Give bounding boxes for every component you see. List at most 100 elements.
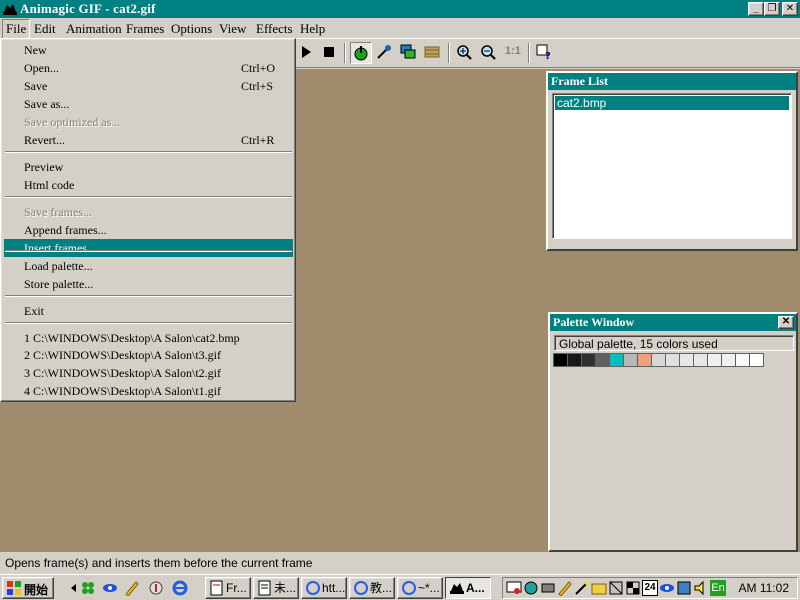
menu-animation[interactable]: Animation [66,21,122,37]
frame-list-box[interactable]: cat2.bmp [552,93,792,239]
menu-item-label: Revert... [24,133,65,147]
title-bar[interactable]: Animagic GIF - cat2.gif _ ❐ ✕ [0,0,800,18]
tray-pattern-icon[interactable] [608,580,624,596]
palette-swatch[interactable] [735,353,750,367]
menu-item-preview[interactable]: Preview [4,158,293,176]
clock[interactable]: AM 11:02 [739,581,789,595]
hand-tool-button[interactable] [350,42,372,64]
task-button-1[interactable]: Fr... [205,577,251,599]
menu-item-recent-file-4[interactable]: 4 C:\WINDOWS\Desktop\A Salon\t1.gif [4,382,293,400]
palette-swatch[interactable] [651,353,666,367]
menu-frames[interactable]: Frames [126,21,164,37]
tray-wand-icon[interactable] [574,580,590,596]
tray-checker-icon[interactable] [625,580,641,596]
palette-swatch[interactable] [595,353,610,367]
palette-swatch[interactable] [749,353,764,367]
frame-list-window[interactable]: Frame List cat2.bmp [546,71,798,251]
tray-pencil-icon[interactable] [557,580,573,596]
menu-item-label: 3 C:\WINDOWS\Desktop\A Salon\t2.gif [24,366,221,380]
help-button[interactable]: ? [534,42,556,64]
menu-help[interactable]: Help [300,21,325,37]
svg-text:?: ? [545,51,551,60]
palette-swatch[interactable] [553,353,568,367]
restore-button[interactable]: ❐ [764,2,780,16]
zoom-in-button[interactable] [454,42,476,64]
tray-calendar-icon[interactable]: 24 [642,580,658,596]
stop-button[interactable] [319,42,341,64]
quicklaunch-pencil-icon[interactable] [124,580,140,596]
close-button[interactable]: ✕ [782,2,798,16]
actual-size-button[interactable]: 1:1 [502,42,524,64]
palette-swatch[interactable] [623,353,638,367]
menu-item-html-code[interactable]: Html code [4,176,293,194]
palette-window[interactable]: Palette Window ✕ Global palette, 15 colo… [548,312,798,552]
menu-item-save[interactable]: Save Ctrl+S [4,77,293,95]
palette-swatch[interactable] [707,353,722,367]
list-item[interactable]: cat2.bmp [555,96,789,110]
menu-item-recent-file-1[interactable]: 1 C:\WINDOWS\Desktop\A Salon\cat2.bmp [4,329,293,347]
palette-swatch[interactable] [679,353,694,367]
menu-item-recent-file-3[interactable]: 3 C:\WINDOWS\Desktop\A Salon\t2.gif [4,364,293,382]
strip-button[interactable] [422,42,444,64]
task-button-2[interactable]: 未... [253,577,299,599]
task-button-animagic[interactable]: A... [445,577,491,599]
palette-swatch[interactable] [637,353,652,367]
palette-swatch[interactable] [665,353,680,367]
palette-swatches[interactable] [553,353,764,367]
tray-disk-icon[interactable] [540,580,556,596]
internet-explorer-icon[interactable] [172,580,188,596]
menu-view[interactable]: View [219,21,246,37]
play-icon [302,46,311,58]
tray-monitor-icon[interactable] [506,580,522,596]
menu-item-exit[interactable]: Exit [4,302,293,320]
task-button-5[interactable]: ~*... [397,577,443,599]
palette-swatch[interactable] [567,353,582,367]
menu-item-recent-file-2[interactable]: 2 C:\WINDOWS\Desktop\A Salon\t3.gif [4,346,293,364]
minimize-button[interactable]: _ [748,2,764,16]
task-button-4[interactable]: 教... [349,577,395,599]
menu-separator [5,295,292,297]
strip-icon [424,46,440,58]
menu-bar: File Edit Animation Frames Options View … [0,18,800,39]
quicklaunch-clover-icon[interactable] [80,580,96,596]
tray-folder-icon[interactable] [591,580,607,596]
menu-edit[interactable]: Edit [34,21,56,37]
palette-window-title: Palette Window ✕ [550,314,796,331]
menu-item-revert[interactable]: Revert... Ctrl+R [4,131,293,149]
task-label-4: 教... [370,581,393,595]
palette-swatch[interactable] [581,353,596,367]
menu-item-store-palette[interactable]: Store palette... [4,275,293,293]
browser-icon [402,581,416,595]
menu-item-save-frames: Save frames... [4,203,293,221]
eyedropper-button[interactable] [374,42,396,64]
tray-eye-icon[interactable] [659,580,675,596]
menu-file[interactable]: File [2,19,31,39]
menu-item-new[interactable]: New [4,41,293,59]
quicklaunch-eye-icon[interactable] [102,580,118,596]
start-button[interactable]: 開始 [2,577,54,599]
task-button-3[interactable]: htt... [301,577,347,599]
palette-swatch[interactable] [721,353,736,367]
file-menu-dropdown: New Open... Ctrl+O Save Ctrl+S Save as... Save… [0,38,296,402]
frame-list-scrollbar[interactable] [552,239,792,247]
menu-item-insert-frames[interactable]: Insert frames... [4,239,293,257]
play-button[interactable] [296,42,318,64]
zoom-out-button[interactable] [478,42,500,64]
tray-shield-icon[interactable] [676,580,692,596]
menu-item-shortcut: Ctrl+S [241,79,274,93]
tray-speaker-icon[interactable] [693,580,709,596]
menu-options[interactable]: Options [171,21,212,37]
menu-item-load-palette[interactable]: Load palette... [4,257,293,275]
tray-network-icon[interactable] [523,580,539,596]
menu-effects[interactable]: Effects [256,21,293,37]
menu-item-shortcut: Ctrl+R [241,133,275,147]
quicklaunch-tool-icon[interactable] [148,580,164,596]
tray-language-indicator[interactable]: En [710,580,726,596]
palette-swatch[interactable] [693,353,708,367]
palette-close-button[interactable]: ✕ [778,316,794,329]
menu-item-open[interactable]: Open... Ctrl+O [4,59,293,77]
palette-swatch[interactable] [609,353,624,367]
menu-item-save-as[interactable]: Save as... [4,95,293,113]
frames-button[interactable] [398,42,420,64]
menu-item-append-frames[interactable]: Append frames... [4,221,293,239]
